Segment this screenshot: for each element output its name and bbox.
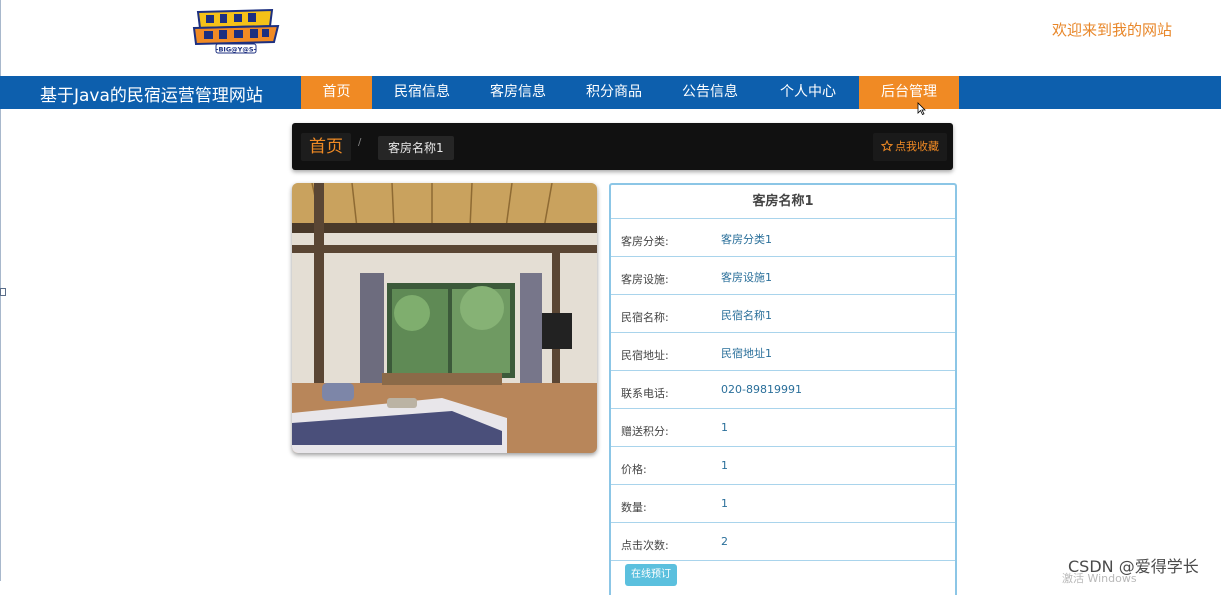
detail-label: 点击次数: (621, 539, 669, 552)
detail-row-category: 客房分类: 客房分类1 (611, 219, 955, 257)
room-name-title: 客房名称1 (611, 185, 955, 219)
detail-label: 客房设施: (621, 273, 669, 286)
breadcrumb-separator: / (358, 137, 362, 148)
detail-value: 1 (721, 497, 728, 510)
favorite-button[interactable]: 点我收藏 (873, 133, 947, 161)
detail-value: 民宿地址1 (721, 347, 772, 360)
detail-row-quantity: 数量: 1 (611, 485, 955, 523)
nav-announcements[interactable]: 公告信息 (670, 76, 750, 109)
detail-row-price: 价格: 1 (611, 447, 955, 485)
nav-points-goods[interactable]: 积分商品 (574, 76, 654, 109)
detail-row-facilities: 客房设施: 客房设施1 (611, 257, 955, 295)
detail-label: 民宿名称: (621, 311, 669, 324)
detail-value: 1 (721, 459, 728, 472)
detail-value: 客房分类1 (721, 233, 772, 246)
nav-room-info[interactable]: 客房信息 (478, 76, 558, 109)
logo-caption: -BIG@Y@S- (216, 46, 257, 54)
mouse-cursor-icon (917, 102, 926, 115)
room-photo (292, 183, 597, 453)
detail-value: 1 (721, 421, 728, 434)
detail-row-click-count: 点击次数: 2 (611, 523, 955, 561)
detail-label: 联系电话: (621, 387, 669, 400)
breadcrumb-current: 客房名称1 (378, 136, 454, 160)
star-icon (880, 139, 894, 152)
nav-user-center[interactable]: 个人中心 (768, 76, 848, 109)
resize-handle[interactable] (0, 288, 6, 296)
windows-activation-watermark: 激活 Windows (1062, 572, 1137, 585)
site-title: 基于Java的民宿运营管理网站 (40, 86, 263, 106)
nav-homestay-info[interactable]: 民宿信息 (382, 76, 462, 109)
welcome-text: 欢迎来到我的网站 (1052, 21, 1173, 39)
book-online-button[interactable]: 在线预订 (625, 564, 677, 586)
site-logo[interactable]: -BIG@Y@S- (192, 8, 280, 54)
breadcrumb-home[interactable]: 首页 (301, 133, 351, 161)
detail-value: 2 (721, 535, 728, 548)
detail-value: 020-89819991 (721, 383, 802, 396)
detail-row-homestay-address: 民宿地址: 民宿地址1 (611, 333, 955, 371)
detail-label: 赠送积分: (621, 425, 669, 438)
nav-admin[interactable]: 后台管理 (859, 76, 959, 109)
main-navbar: 基于Java的民宿运营管理网站 首页 民宿信息 客房信息 积分商品 公告信息 个… (0, 76, 1221, 109)
favorite-label: 点我收藏 (895, 140, 939, 153)
detail-value: 民宿名称1 (721, 309, 772, 322)
detail-row-homestay-name: 民宿名称: 民宿名称1 (611, 295, 955, 333)
detail-row-bonus-points: 赠送积分: 1 (611, 409, 955, 447)
detail-label: 客房分类: (621, 235, 669, 248)
detail-value: 客房设施1 (721, 271, 772, 284)
logo-image: -BIG@Y@S- (192, 8, 280, 54)
detail-label: 数量: (621, 501, 647, 514)
detail-label: 民宿地址: (621, 349, 669, 362)
nav-home[interactable]: 首页 (301, 76, 372, 109)
detail-label: 价格: (621, 463, 647, 476)
room-detail-panel: 客房名称1 客房分类: 客房分类1 客房设施: 客房设施1 民宿名称: 民宿名称… (609, 183, 957, 595)
room-photo-image (292, 183, 597, 453)
breadcrumb: 首页 / 客房名称1 点我收藏 (292, 123, 953, 170)
detail-row-phone: 联系电话: 020-89819991 (611, 371, 955, 409)
